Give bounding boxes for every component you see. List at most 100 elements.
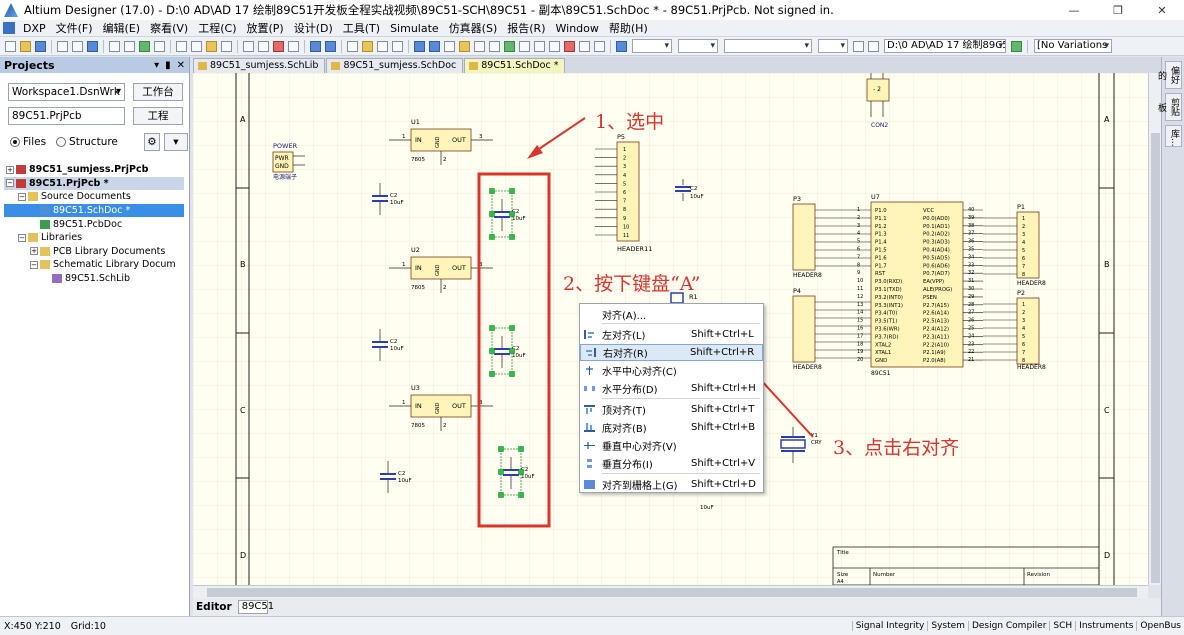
selection-handle[interactable] — [509, 211, 515, 217]
menu-window[interactable]: Window — [551, 22, 604, 35]
pin-icon[interactable]: ▮ — [165, 60, 171, 71]
rubber-stamp-icon[interactable] — [221, 40, 232, 52]
paste-icon[interactable] — [206, 40, 217, 52]
selection-handle[interactable] — [498, 469, 504, 475]
panel-tab-favorites[interactable]: 偏好的 — [1156, 61, 1182, 89]
signal-harness-icon[interactable] — [444, 40, 455, 52]
selection-handle[interactable] — [518, 469, 524, 475]
bus-icon[interactable] — [429, 40, 440, 52]
browse-icon[interactable] — [377, 40, 388, 52]
menu-help[interactable]: 帮助(H) — [604, 20, 653, 36]
minimize-button[interactable]: — — [1052, 0, 1096, 20]
menu-design[interactable]: 设计(D) — [289, 20, 338, 36]
variations-combo[interactable]: [No Variations — [1034, 39, 1112, 53]
menu-tools[interactable]: 工具(T) — [338, 20, 385, 36]
document-tab[interactable]: 89C51.SchDoc * — [464, 58, 566, 73]
context-menu-item[interactable]: 左对齐(L) Shift+Ctrl+L — [580, 326, 763, 343]
status-tab[interactable]: SCH — [1049, 621, 1075, 631]
device-sheet-icon[interactable] — [549, 40, 560, 52]
no-erc-icon[interactable] — [564, 40, 575, 52]
menu-reports[interactable]: 报告(R) — [502, 20, 550, 36]
sheet-entry-icon[interactable] — [534, 40, 545, 52]
radio-files[interactable]: Files — [10, 136, 46, 148]
selection-handle[interactable] — [509, 325, 515, 331]
toolbar-combo-3[interactable] — [724, 39, 812, 53]
horizontal-scrollbar[interactable] — [193, 585, 1148, 598]
tree-item[interactable]: − 89C51.PrjPcb * — [4, 176, 184, 191]
radio-structure-dot[interactable] — [56, 137, 67, 147]
expand-toggle-icon[interactable]: − — [6, 179, 14, 188]
print-icon[interactable] — [57, 40, 68, 52]
expand-toggle-icon[interactable]: − — [30, 260, 38, 269]
maximize-button[interactable]: ❐ — [1096, 0, 1140, 20]
document-tab[interactable]: 89C51_sumjess.SchDoc — [326, 58, 464, 73]
context-menu-item[interactable]: 垂直中心对齐(V) — [580, 437, 763, 454]
variant-icon[interactable] — [1011, 40, 1022, 52]
copy-icon[interactable] — [191, 40, 202, 52]
hierarchy-icon[interactable] — [347, 40, 358, 52]
expand-toggle-icon[interactable]: − — [18, 233, 26, 242]
layout-icon[interactable] — [853, 40, 864, 52]
selection-handle[interactable] — [489, 234, 495, 240]
menu-simulator[interactable]: 仿真器(S) — [444, 20, 503, 36]
path-combo[interactable]: D:\0 AD\AD 17 绘制89C5 — [884, 39, 1006, 53]
selection-handle[interactable] — [498, 446, 504, 452]
deselect-icon[interactable] — [273, 40, 284, 52]
panel-close-icon[interactable]: ✕ — [177, 60, 185, 71]
expand-toggle-icon[interactable]: − — [18, 192, 26, 201]
vcc-port-icon[interactable] — [489, 40, 500, 52]
status-tab[interactable]: Instruments — [1075, 621, 1136, 631]
tree-item[interactable]: 89C51.PcbDoc — [4, 217, 184, 231]
tree-item[interactable]: − Schematic Library Docum — [4, 258, 184, 272]
selection-handle[interactable] — [509, 371, 515, 377]
tile-icon[interactable] — [868, 40, 879, 52]
expand-toggle-icon[interactable]: + — [6, 165, 14, 174]
context-menu-item[interactable]: 垂直分布(I) Shift+Ctrl+V — [580, 455, 763, 472]
toolbar-combo-4[interactable] — [818, 39, 848, 53]
selection-handle[interactable] — [498, 492, 504, 498]
text-frame-icon[interactable] — [594, 40, 605, 52]
zoom-fit-icon[interactable] — [109, 40, 120, 52]
editor-document-field[interactable]: 89C51 — [237, 600, 274, 614]
selection-handle[interactable] — [489, 348, 495, 354]
close-button[interactable]: ✕ — [1140, 0, 1184, 20]
horizontal-scroll-thumb[interactable] — [207, 588, 1137, 597]
net-label-icon[interactable] — [459, 40, 470, 52]
status-tab[interactable]: OpenBus — [1136, 621, 1184, 631]
context-menu-item[interactable]: 对齐到栅格上(G) Shift+Ctrl+D — [580, 476, 763, 493]
menu-project[interactable]: 工程(C) — [193, 20, 241, 36]
vertical-scroll-thumb[interactable] — [1151, 133, 1160, 583]
selection-handle[interactable] — [518, 492, 524, 498]
wire-icon[interactable] — [414, 40, 425, 52]
selection-handle[interactable] — [518, 446, 524, 452]
zoom-selected-icon[interactable] — [139, 40, 150, 52]
header-p2[interactable] — [1016, 297, 1040, 365]
cross-probe-icon[interactable] — [362, 40, 373, 52]
dxp-icon[interactable] — [3, 22, 15, 34]
context-menu-item[interactable]: 顶对齐(T) Shift+Ctrl+T — [580, 401, 763, 418]
radio-structure[interactable]: Structure — [56, 136, 118, 148]
radio-files-dot[interactable] — [10, 137, 20, 147]
project-field[interactable]: 89C51.PrjPcb — [8, 107, 125, 125]
tree-item[interactable]: 89C51.SchLib — [4, 272, 184, 286]
status-tab[interactable]: System — [927, 621, 968, 631]
cut-icon[interactable] — [176, 40, 187, 52]
redo-icon[interactable] — [325, 40, 336, 52]
zoom-icon[interactable] — [87, 40, 98, 52]
open-folder-icon[interactable] — [20, 40, 31, 52]
sheet-symbol-icon[interactable] — [519, 40, 530, 52]
panel-tab-clipboard[interactable]: 剪贴板 — [1156, 93, 1182, 121]
header-p3[interactable] — [792, 203, 816, 271]
expand-toggle-icon[interactable]: + — [30, 247, 38, 256]
header-p1[interactable] — [1016, 211, 1040, 279]
compile-icon[interactable] — [392, 40, 403, 52]
tree-item[interactable]: + PCB Library Documents — [4, 245, 184, 259]
save-icon[interactable] — [35, 40, 46, 52]
document-tab[interactable]: 89C51_sumjess.SchLib — [193, 58, 326, 73]
context-menu-item[interactable]: 右对齐(R) Shift+Ctrl+R — [580, 344, 763, 361]
workspace-button[interactable]: 工作台 — [133, 83, 183, 101]
menu-file[interactable]: 文件(F) — [51, 20, 98, 36]
workspace-combo[interactable]: Workspace1.DsnWrk — [8, 83, 125, 101]
part-icon[interactable] — [504, 40, 515, 52]
clear-filter-icon[interactable] — [288, 40, 299, 52]
